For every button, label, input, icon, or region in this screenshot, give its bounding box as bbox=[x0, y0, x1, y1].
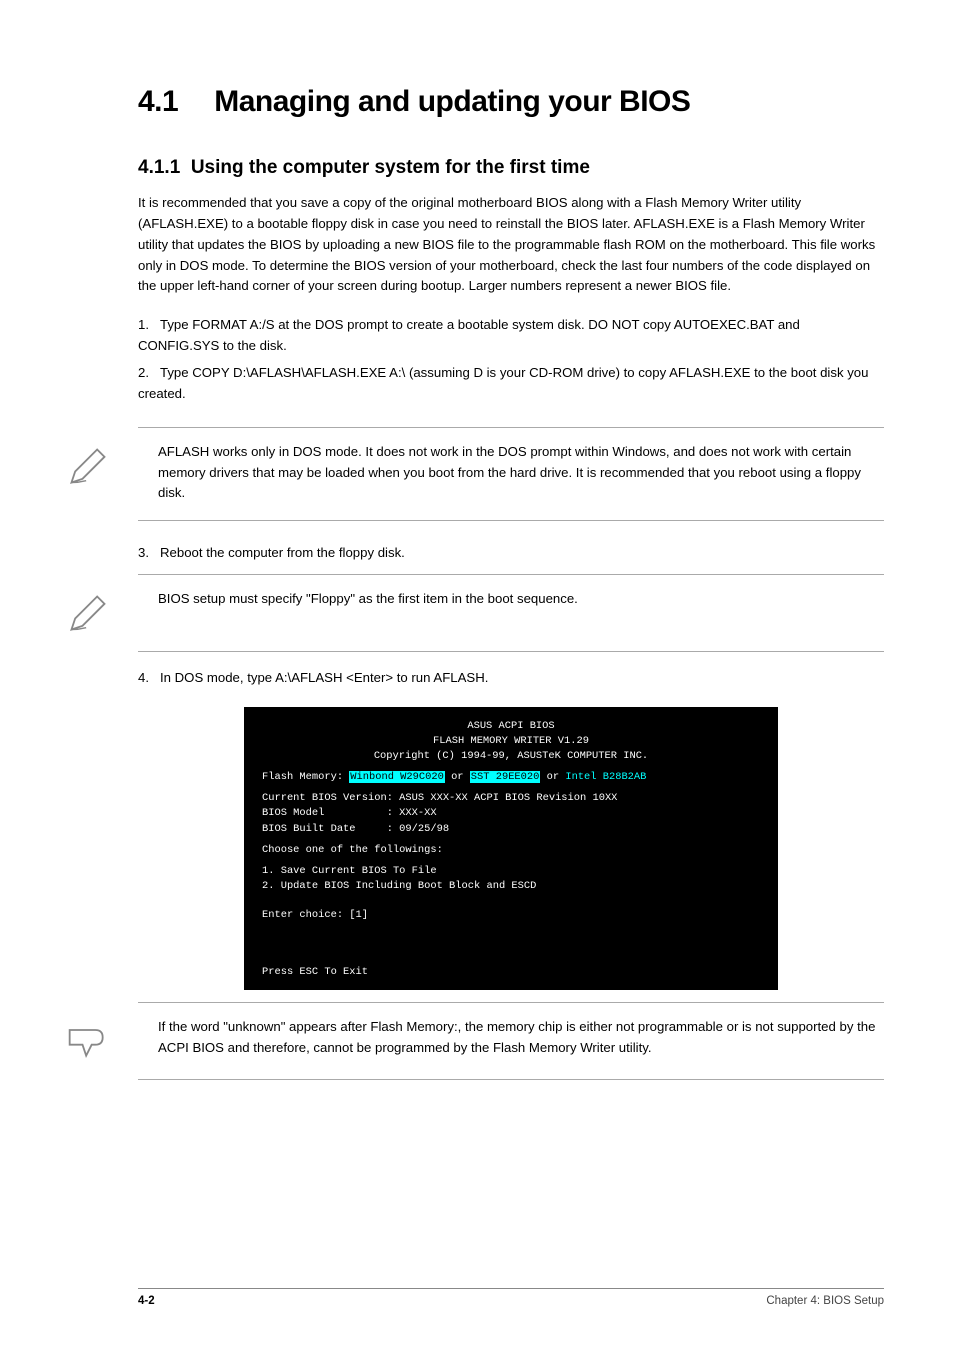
note-block-3: If the word "unknown" appears after Flas… bbox=[138, 1002, 884, 1080]
step-text: Type COPY D:\AFLASH\AFLASH.EXE A:\ (assu… bbox=[138, 365, 868, 401]
subsection-heading: 4.1.1 Using the computer system for the … bbox=[138, 157, 884, 179]
note-block-2: BIOS setup must specify "Floppy" as the … bbox=[138, 574, 884, 652]
step-number: 2. bbox=[138, 363, 160, 384]
flash-option-c: Intel B28B2AB bbox=[565, 771, 646, 783]
paragraph-intro: It is recommended that you save a copy o… bbox=[138, 193, 884, 297]
or-text: or bbox=[540, 771, 565, 783]
flash-option-a: Winbond W29C020 bbox=[349, 771, 445, 783]
step-3: 3.Reboot the computer from the floppy di… bbox=[138, 543, 884, 564]
flash-option-b: SST 29EE020 bbox=[470, 771, 541, 783]
step-1: 1.Type FORMAT A:/S at the DOS prompt to … bbox=[138, 315, 884, 357]
terminal-option-1: 1. Save Current BIOS To File bbox=[262, 864, 760, 879]
terminal-flash-line: Flash Memory: Winbond W29C020 or SST 29E… bbox=[262, 770, 760, 785]
terminal-choose: Choose one of the followings: bbox=[262, 843, 760, 858]
or-text: or bbox=[445, 771, 470, 783]
terminal-screenshot: ASUS ACPI BIOS FLASH MEMORY WRITER V1.29… bbox=[244, 707, 778, 990]
pen-note-icon bbox=[66, 591, 110, 635]
section-heading: 4.1 Managing and updating your BIOS bbox=[138, 85, 884, 119]
chapter-label: Chapter 4: BIOS Setup bbox=[766, 1295, 884, 1307]
note-block-1: AFLASH works only in DOS mode. It does n… bbox=[138, 427, 884, 522]
note-text: AFLASH works only in DOS mode. It does n… bbox=[158, 442, 878, 505]
magnifier-note-icon bbox=[66, 1019, 110, 1063]
section-number: 4.1 bbox=[138, 85, 178, 119]
step-number: 4. bbox=[138, 668, 160, 689]
flash-label: Flash Memory: bbox=[262, 771, 349, 783]
step-4: 4.In DOS mode, type A:\AFLASH <Enter> to… bbox=[138, 668, 884, 689]
page-number: 4-2 bbox=[138, 1295, 155, 1307]
terminal-title-1: ASUS ACPI BIOS bbox=[262, 719, 760, 734]
step-2: 2.Type COPY D:\AFLASH\AFLASH.EXE A:\ (as… bbox=[138, 363, 884, 405]
pen-note-icon bbox=[66, 444, 110, 488]
step-text: In DOS mode, type A:\AFLASH <Enter> to r… bbox=[160, 670, 488, 685]
step-number: 1. bbox=[138, 315, 160, 336]
terminal-esc: Press ESC To Exit bbox=[262, 965, 760, 980]
terminal-enter-choice: Enter choice: [1] bbox=[262, 908, 760, 923]
page-footer: 4-2 Chapter 4: BIOS Setup bbox=[138, 1288, 884, 1307]
terminal-bios-date: BIOS Built Date : 09/25/98 bbox=[262, 822, 760, 837]
step-text: Type FORMAT A:/S at the DOS prompt to cr… bbox=[138, 317, 800, 353]
step-number: 3. bbox=[138, 543, 160, 564]
terminal-copyright: Copyright (C) 1994-99, ASUSTeK COMPUTER … bbox=[262, 749, 760, 764]
terminal-option-2: 2. Update BIOS Including Boot Block and … bbox=[262, 879, 760, 894]
note-text: If the word "unknown" appears after Flas… bbox=[158, 1017, 878, 1059]
subsection-title: Using the computer system for the first … bbox=[191, 157, 590, 178]
section-title-text: Managing and updating your BIOS bbox=[214, 85, 690, 118]
step-text: Reboot the computer from the floppy disk… bbox=[160, 545, 405, 560]
terminal-bios-model: BIOS Model : XXX-XX bbox=[262, 806, 760, 821]
terminal-current-version: Current BIOS Version: ASUS XXX-XX ACPI B… bbox=[262, 791, 760, 806]
terminal-title-2: FLASH MEMORY WRITER V1.29 bbox=[262, 734, 760, 749]
note-text: BIOS setup must specify "Floppy" as the … bbox=[158, 589, 578, 610]
subsection-number: 4.1.1 bbox=[138, 157, 180, 178]
